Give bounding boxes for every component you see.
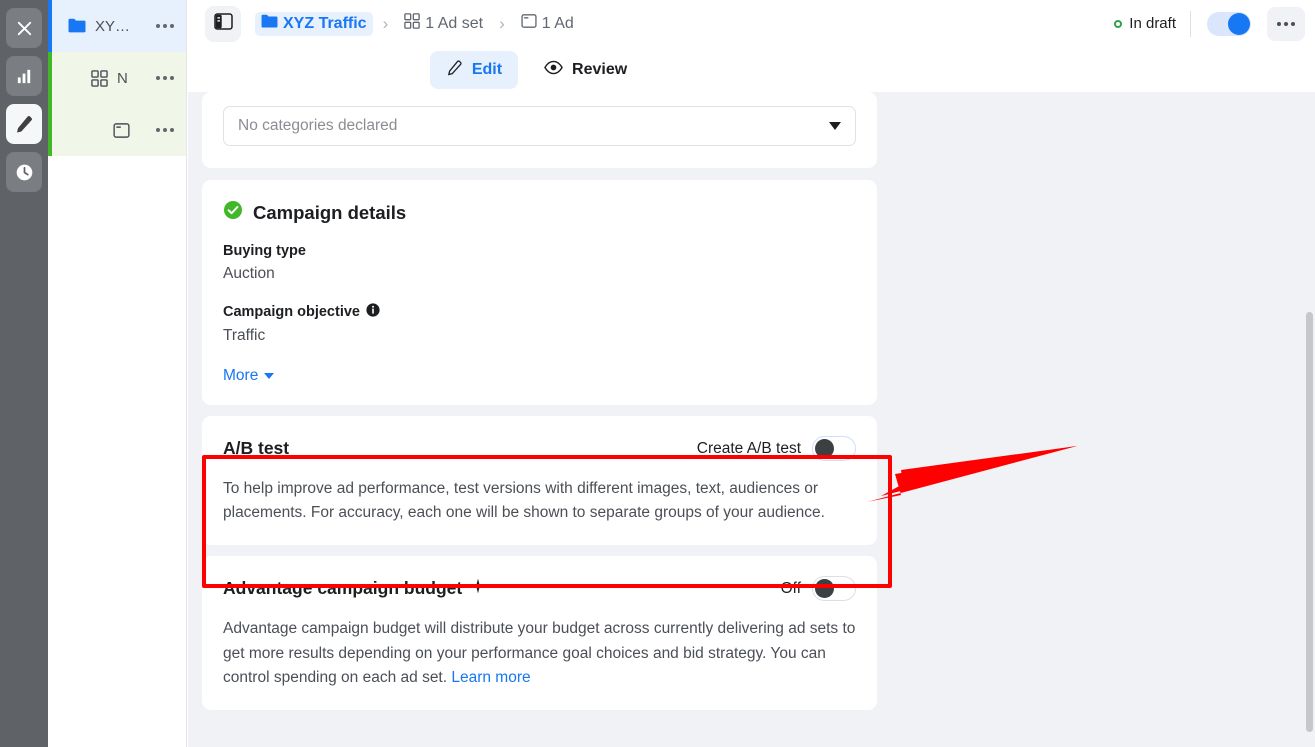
tab-review[interactable]: Review xyxy=(528,52,643,88)
field-label: Campaign objective xyxy=(223,304,360,320)
breadcrumb-label: 1 Ad set xyxy=(425,14,484,32)
close-button[interactable] xyxy=(6,8,42,48)
ad-window-icon xyxy=(521,13,537,34)
sidebar-item-label: N xyxy=(117,69,128,87)
top-bar: XYZ Traffic › 1 Ad set › 1 Ad In draft xyxy=(188,0,1315,47)
pencil-icon xyxy=(446,59,463,81)
more-link-label: More xyxy=(223,367,259,384)
selection-bar xyxy=(48,104,52,156)
categories-select-value: No categories declared xyxy=(238,117,398,134)
panel-toggle-icon xyxy=(213,12,233,35)
sidebar-item-overflow[interactable] xyxy=(156,128,174,132)
grid-icon xyxy=(404,13,421,34)
status-dot-icon xyxy=(1114,19,1123,28)
field-value: Auction xyxy=(223,265,275,282)
ab-test-toggle-label: Create A/B test xyxy=(696,439,801,457)
top-overflow-button[interactable] xyxy=(1267,6,1305,41)
advantage-budget-header: Advantage campaign budget Off xyxy=(223,576,856,602)
edit-button[interactable] xyxy=(6,104,42,144)
tab-label: Edit xyxy=(471,60,503,78)
app-root: XY… N XYZ Traffic › 1 Ad set › 1 Ad In d… xyxy=(0,0,1315,747)
field-buying-type: Buying type Auction xyxy=(223,243,856,283)
selection-bar xyxy=(48,0,52,52)
icon-rail xyxy=(0,0,48,747)
status-label: In draft xyxy=(1129,15,1176,32)
reports-button[interactable] xyxy=(6,56,42,96)
ab-test-toggle-group: Create A/B test xyxy=(697,436,856,461)
sparkle-icon xyxy=(470,578,486,599)
close-icon xyxy=(15,19,34,38)
ab-test-description: To help improve ad performance, test ver… xyxy=(223,480,825,522)
sidebar-item-overflow[interactable] xyxy=(156,24,174,28)
sidebar-item-label: XY… xyxy=(95,17,131,35)
ab-test-card: A/B test Create A/B test To help improve… xyxy=(202,416,877,546)
check-circle-icon xyxy=(223,200,243,225)
mode-tabs: Edit Review xyxy=(188,47,1315,92)
sidebar-item-adset[interactable]: N xyxy=(48,52,186,104)
campaign-details-header: Campaign details xyxy=(223,200,856,225)
main-area: XYZ Traffic › 1 Ad set › 1 Ad In draft E… xyxy=(188,0,1315,747)
advantage-budget-toggle[interactable] xyxy=(812,576,856,602)
publish-toggle[interactable] xyxy=(1207,11,1251,36)
toggle-knob xyxy=(815,439,834,458)
categories-card: No categories declared xyxy=(202,92,877,168)
learn-more-link[interactable]: Learn more xyxy=(451,669,530,686)
advantage-budget-toggle-group: Off xyxy=(780,576,856,602)
chart-icon xyxy=(15,67,34,86)
divider xyxy=(1190,10,1191,37)
more-link[interactable]: More xyxy=(223,367,275,385)
breadcrumb: XYZ Traffic › 1 Ad set › 1 Ad xyxy=(255,11,580,36)
advantage-budget-card: Advantage campaign budget Off Advantage … xyxy=(202,556,877,710)
advantage-budget-title: Advantage campaign budget xyxy=(223,578,463,599)
campaign-sidebar: XY… N xyxy=(48,0,187,747)
folder-icon xyxy=(261,14,278,34)
breadcrumb-separator: › xyxy=(382,13,389,33)
field-value: Traffic xyxy=(223,327,266,344)
chevron-down-icon xyxy=(829,122,841,130)
tab-label: Review xyxy=(572,60,628,78)
breadcrumb-label: XYZ Traffic xyxy=(283,14,367,32)
grid-icon xyxy=(88,69,110,87)
folder-icon xyxy=(66,18,88,34)
status-badge: In draft xyxy=(1114,15,1176,32)
breadcrumb-item-campaign[interactable]: XYZ Traffic xyxy=(255,11,373,36)
top-bar-actions: In draft xyxy=(1114,6,1305,41)
toggle-knob xyxy=(1228,12,1250,35)
campaign-details-card: Campaign details Buying type Auction Cam… xyxy=(202,180,877,405)
content-scrollbar[interactable] xyxy=(1306,312,1313,732)
tab-edit[interactable]: Edit xyxy=(429,50,519,89)
chevron-down-icon xyxy=(264,373,275,379)
info-icon[interactable] xyxy=(366,303,380,321)
sidebar-item-overflow[interactable] xyxy=(156,76,174,80)
ab-test-header: A/B test Create A/B test xyxy=(223,436,856,461)
breadcrumb-item-ad[interactable]: 1 Ad xyxy=(515,11,580,36)
breadcrumb-separator: › xyxy=(499,13,505,33)
selection-bar xyxy=(48,52,52,104)
field-label-row: Campaign objective xyxy=(223,303,856,321)
sidebar-item-ad[interactable] xyxy=(48,104,186,156)
history-button[interactable] xyxy=(6,152,42,192)
ab-test-toggle[interactable] xyxy=(812,436,856,461)
breadcrumb-item-adset[interactable]: 1 Ad set xyxy=(398,11,489,36)
breadcrumb-label: 1 Ad xyxy=(541,14,574,32)
categories-select[interactable]: No categories declared xyxy=(223,106,856,146)
field-campaign-objective: Campaign objective Traffic xyxy=(223,303,856,345)
panel-toggle-button[interactable] xyxy=(205,5,241,42)
advantage-budget-toggle-label: Off xyxy=(780,579,801,597)
settings-content: No categories declared Campaign details xyxy=(188,92,1315,747)
sidebar-item-campaign[interactable]: XY… xyxy=(48,0,186,52)
ab-test-title: A/B test xyxy=(223,438,290,458)
pencil-icon xyxy=(14,114,34,134)
toggle-knob xyxy=(815,579,834,599)
field-label: Buying type xyxy=(223,243,306,259)
eye-icon xyxy=(544,60,563,80)
advantage-budget-description-text: Advantage campaign budget will distribut… xyxy=(223,620,856,686)
campaign-details-title: Campaign details xyxy=(253,201,407,223)
ad-window-icon xyxy=(110,122,132,139)
advantage-budget-title-row: Advantage campaign budget xyxy=(223,578,486,599)
advantage-budget-description: Advantage campaign budget will distribut… xyxy=(223,617,856,690)
clock-icon xyxy=(14,162,35,183)
